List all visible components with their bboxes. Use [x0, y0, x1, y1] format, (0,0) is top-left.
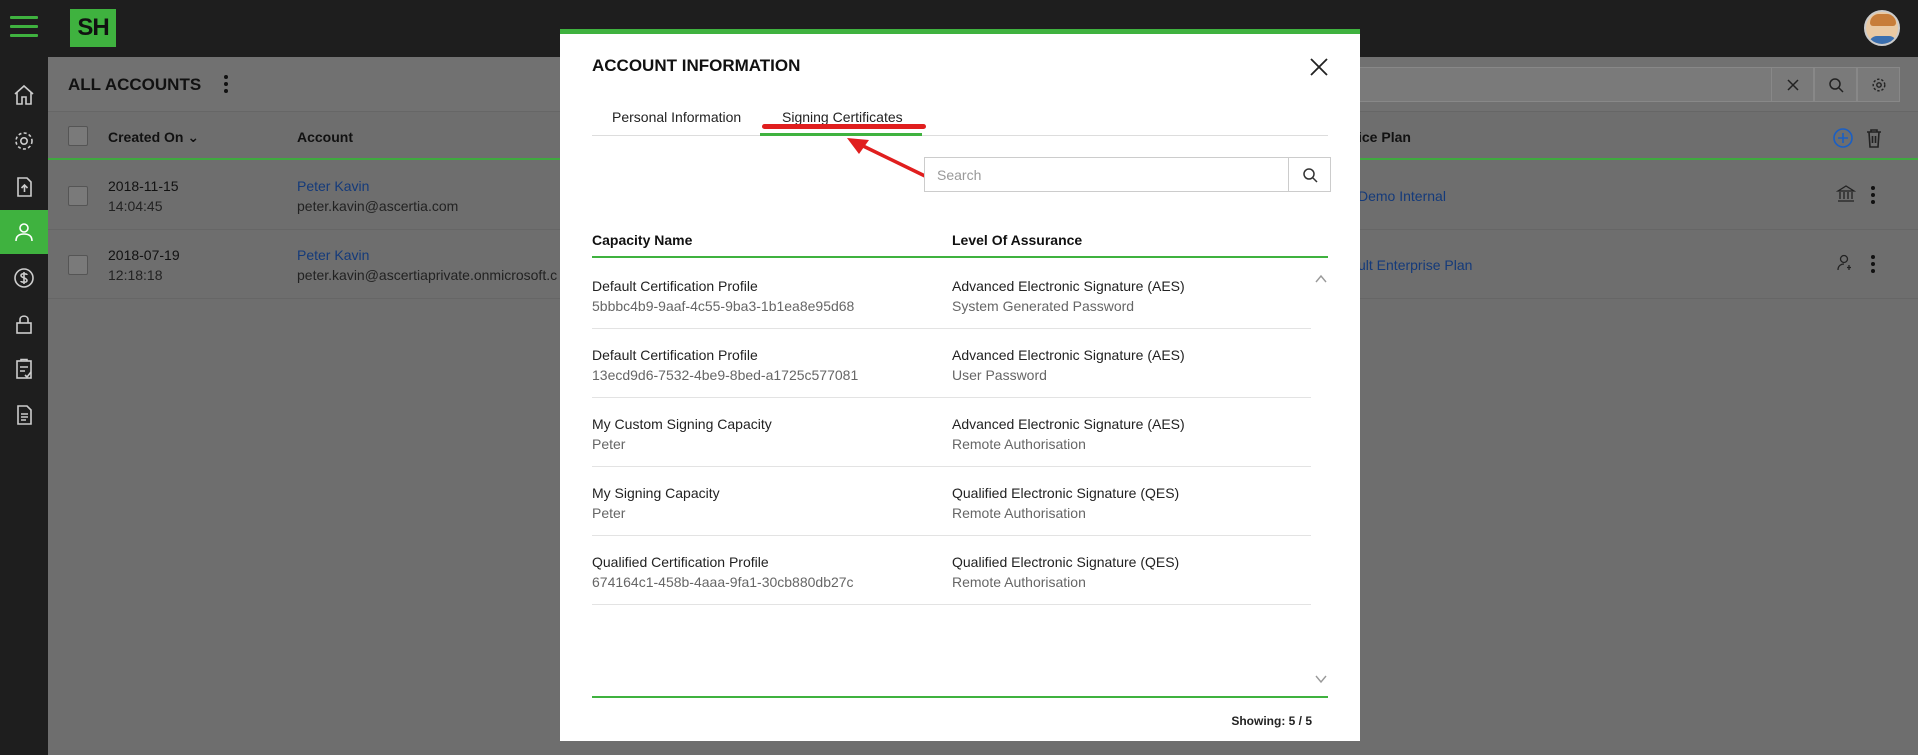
- created-on-column[interactable]: Created On ⌄: [108, 129, 199, 146]
- capacity-id: 674164c1-458b-4aaa-9fa1-30cb880db27c: [592, 574, 854, 590]
- capacity-name: My Custom Signing Capacity: [592, 416, 772, 432]
- modal-title: ACCOUNT INFORMATION: [592, 56, 801, 75]
- home-icon[interactable]: [0, 73, 48, 117]
- sidebar: [0, 57, 48, 755]
- capacity-id: 5bbbc4b9-9aaf-4c55-9ba3-1b1ea8e95d68: [592, 298, 855, 314]
- accounts-user-icon[interactable]: [0, 210, 48, 254]
- capacity-id: 13ecd9d6-7532-4be9-8bed-a1725c577081: [592, 367, 859, 383]
- assurance-level: Qualified Electronic Signature (QES): [952, 485, 1180, 501]
- capacity-name: Default Certification Profile: [592, 278, 758, 294]
- authentication-type: Remote Authorisation: [952, 505, 1086, 521]
- document-upload-icon[interactable]: [0, 165, 48, 209]
- plan-column[interactable]: ice Plan: [1358, 129, 1411, 145]
- account-name-link[interactable]: Peter Kavin: [297, 247, 369, 263]
- scroll-down-icon[interactable]: [1314, 672, 1328, 686]
- modal-tabs: Personal Information Signing Certificate…: [592, 100, 1328, 136]
- row-more-icon[interactable]: [1870, 255, 1876, 273]
- assurance-level: Advanced Electronic Signature (AES): [952, 416, 1185, 432]
- clipboard-check-icon[interactable]: [0, 347, 48, 391]
- account-column[interactable]: Account: [297, 129, 353, 145]
- capacity-name: Qualified Certification Profile: [592, 554, 769, 570]
- authentication-type: Remote Authorisation: [952, 436, 1086, 452]
- tab-personal-information[interactable]: Personal Information: [612, 109, 741, 125]
- search-icon: [1302, 167, 1318, 183]
- authentication-type: System Generated Password: [952, 298, 1135, 314]
- capacity-name-column[interactable]: Capacity Name: [592, 232, 692, 248]
- created-date: 2018-11-15: [108, 178, 179, 194]
- assurance-level: Qualified Electronic Signature (QES): [952, 554, 1180, 570]
- account-name-link[interactable]: Peter Kavin: [297, 178, 369, 194]
- lock-icon[interactable]: [0, 302, 48, 346]
- account-information-modal: ACCOUNT INFORMATION Personal Information…: [560, 29, 1360, 741]
- bank-icon[interactable]: [1836, 184, 1856, 204]
- table-row[interactable]: My Signing Capacity Peter Qualified Elec…: [592, 467, 1311, 536]
- app-logo: SH: [70, 9, 116, 47]
- close-icon[interactable]: [1306, 54, 1332, 80]
- table-row[interactable]: Default Certification Profile 5bbbc4b9-9…: [592, 260, 1311, 329]
- authentication-type: Remote Authorisation: [952, 574, 1086, 590]
- row-checkbox[interactable]: [68, 186, 88, 206]
- capacity-name: Default Certification Profile: [592, 347, 758, 363]
- search-input[interactable]: [924, 157, 1288, 192]
- report-icon[interactable]: [0, 393, 48, 437]
- scroll-up-icon[interactable]: [1314, 272, 1328, 286]
- gear-icon[interactable]: [0, 119, 48, 163]
- add-account-icon[interactable]: [1832, 127, 1854, 149]
- dollar-icon[interactable]: [0, 256, 48, 300]
- capacity-id: Peter: [592, 505, 626, 521]
- certificates-table-body: Default Certification Profile 5bbbc4b9-9…: [592, 260, 1328, 698]
- account-email: peter.kavin@ascertia.com: [297, 198, 459, 214]
- page-more-icon[interactable]: [223, 75, 229, 93]
- clear-search-icon[interactable]: [1771, 67, 1814, 102]
- table-row[interactable]: Default Certification Profile 13ecd9d6-7…: [592, 329, 1311, 398]
- table-row[interactable]: My Custom Signing Capacity Peter Advance…: [592, 398, 1311, 467]
- user-avatar[interactable]: [1864, 10, 1900, 46]
- showing-count: Showing: 5 / 5: [1231, 714, 1312, 728]
- assurance-level: Advanced Electronic Signature (AES): [952, 347, 1185, 363]
- created-time: 14:04:45: [108, 198, 163, 214]
- user-settings-icon[interactable]: [1836, 253, 1856, 273]
- hamburger-menu-icon[interactable]: [10, 16, 38, 40]
- delete-icon[interactable]: [1864, 127, 1884, 149]
- row-more-icon[interactable]: [1870, 186, 1876, 204]
- select-all-checkbox[interactable]: [68, 126, 88, 146]
- tab-signing-certificates[interactable]: Signing Certificates: [782, 109, 903, 125]
- authentication-type: User Password: [952, 367, 1047, 383]
- plan-link[interactable]: Demo Internal: [1358, 188, 1446, 204]
- capacity-id: Peter: [592, 436, 626, 452]
- table-row[interactable]: Qualified Certification Profile 674164c1…: [592, 536, 1311, 605]
- row-checkbox[interactable]: [68, 255, 88, 275]
- account-email: peter.kavin@ascertiaprivate.onmicrosoft.…: [297, 267, 558, 283]
- assurance-level: Advanced Electronic Signature (AES): [952, 278, 1185, 294]
- level-of-assurance-column[interactable]: Level Of Assurance: [952, 232, 1082, 248]
- created-time: 12:18:18: [108, 267, 163, 283]
- annotation-arrow-icon: [847, 138, 929, 179]
- page-search-icon[interactable]: [1814, 67, 1857, 102]
- capacity-name: My Signing Capacity: [592, 485, 720, 501]
- plan-link[interactable]: ult Enterprise Plan: [1358, 257, 1472, 273]
- annotation-underline: [762, 124, 926, 129]
- created-date: 2018-07-19: [108, 247, 180, 263]
- page-search-input[interactable]: [1328, 67, 1818, 102]
- page-settings-icon[interactable]: [1857, 67, 1900, 102]
- search-button[interactable]: [1288, 157, 1331, 192]
- certificates-table-header: Capacity Name Level Of Assurance: [592, 222, 1328, 258]
- page-title: ALL ACCOUNTS: [68, 75, 202, 94]
